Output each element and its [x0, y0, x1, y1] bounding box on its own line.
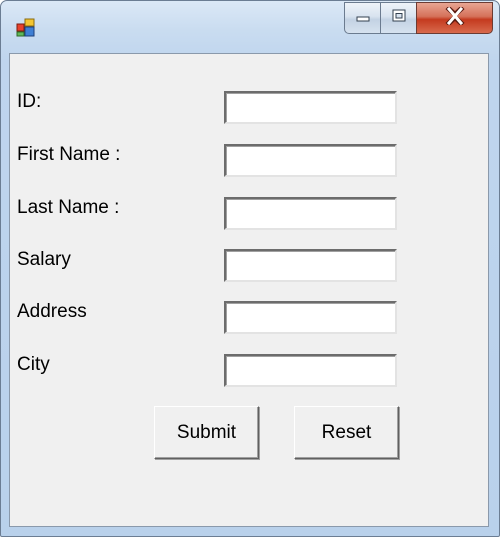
- salary-label: Salary: [17, 249, 71, 270]
- submit-button[interactable]: Submit: [154, 406, 259, 459]
- maximize-button[interactable]: [380, 2, 416, 34]
- reset-button[interactable]: Reset: [294, 406, 399, 459]
- address-field[interactable]: [224, 301, 397, 334]
- first-name-field[interactable]: [224, 144, 397, 177]
- last-name-field[interactable]: [224, 197, 397, 230]
- caption-buttons: [344, 2, 493, 36]
- maximize-icon: [391, 8, 407, 29]
- last-name-label: Last Name :: [17, 197, 120, 218]
- address-label: Address: [17, 301, 87, 322]
- city-label: City: [17, 354, 50, 375]
- id-field[interactable]: [224, 91, 397, 124]
- salary-field[interactable]: [224, 249, 397, 282]
- minimize-icon: [355, 8, 371, 29]
- first-name-label: First Name :: [17, 144, 121, 165]
- id-label: ID:: [17, 91, 42, 112]
- app-icon[interactable]: [15, 17, 37, 39]
- city-field[interactable]: [224, 354, 397, 387]
- form-client-area: ID: First Name : Last Name : Salary Addr…: [9, 53, 489, 527]
- close-icon: [444, 4, 465, 30]
- minimize-button[interactable]: [344, 2, 380, 34]
- title-bar[interactable]: [1, 1, 499, 49]
- close-button[interactable]: [416, 2, 493, 34]
- app-window: ID: First Name : Last Name : Salary Addr…: [0, 0, 500, 537]
